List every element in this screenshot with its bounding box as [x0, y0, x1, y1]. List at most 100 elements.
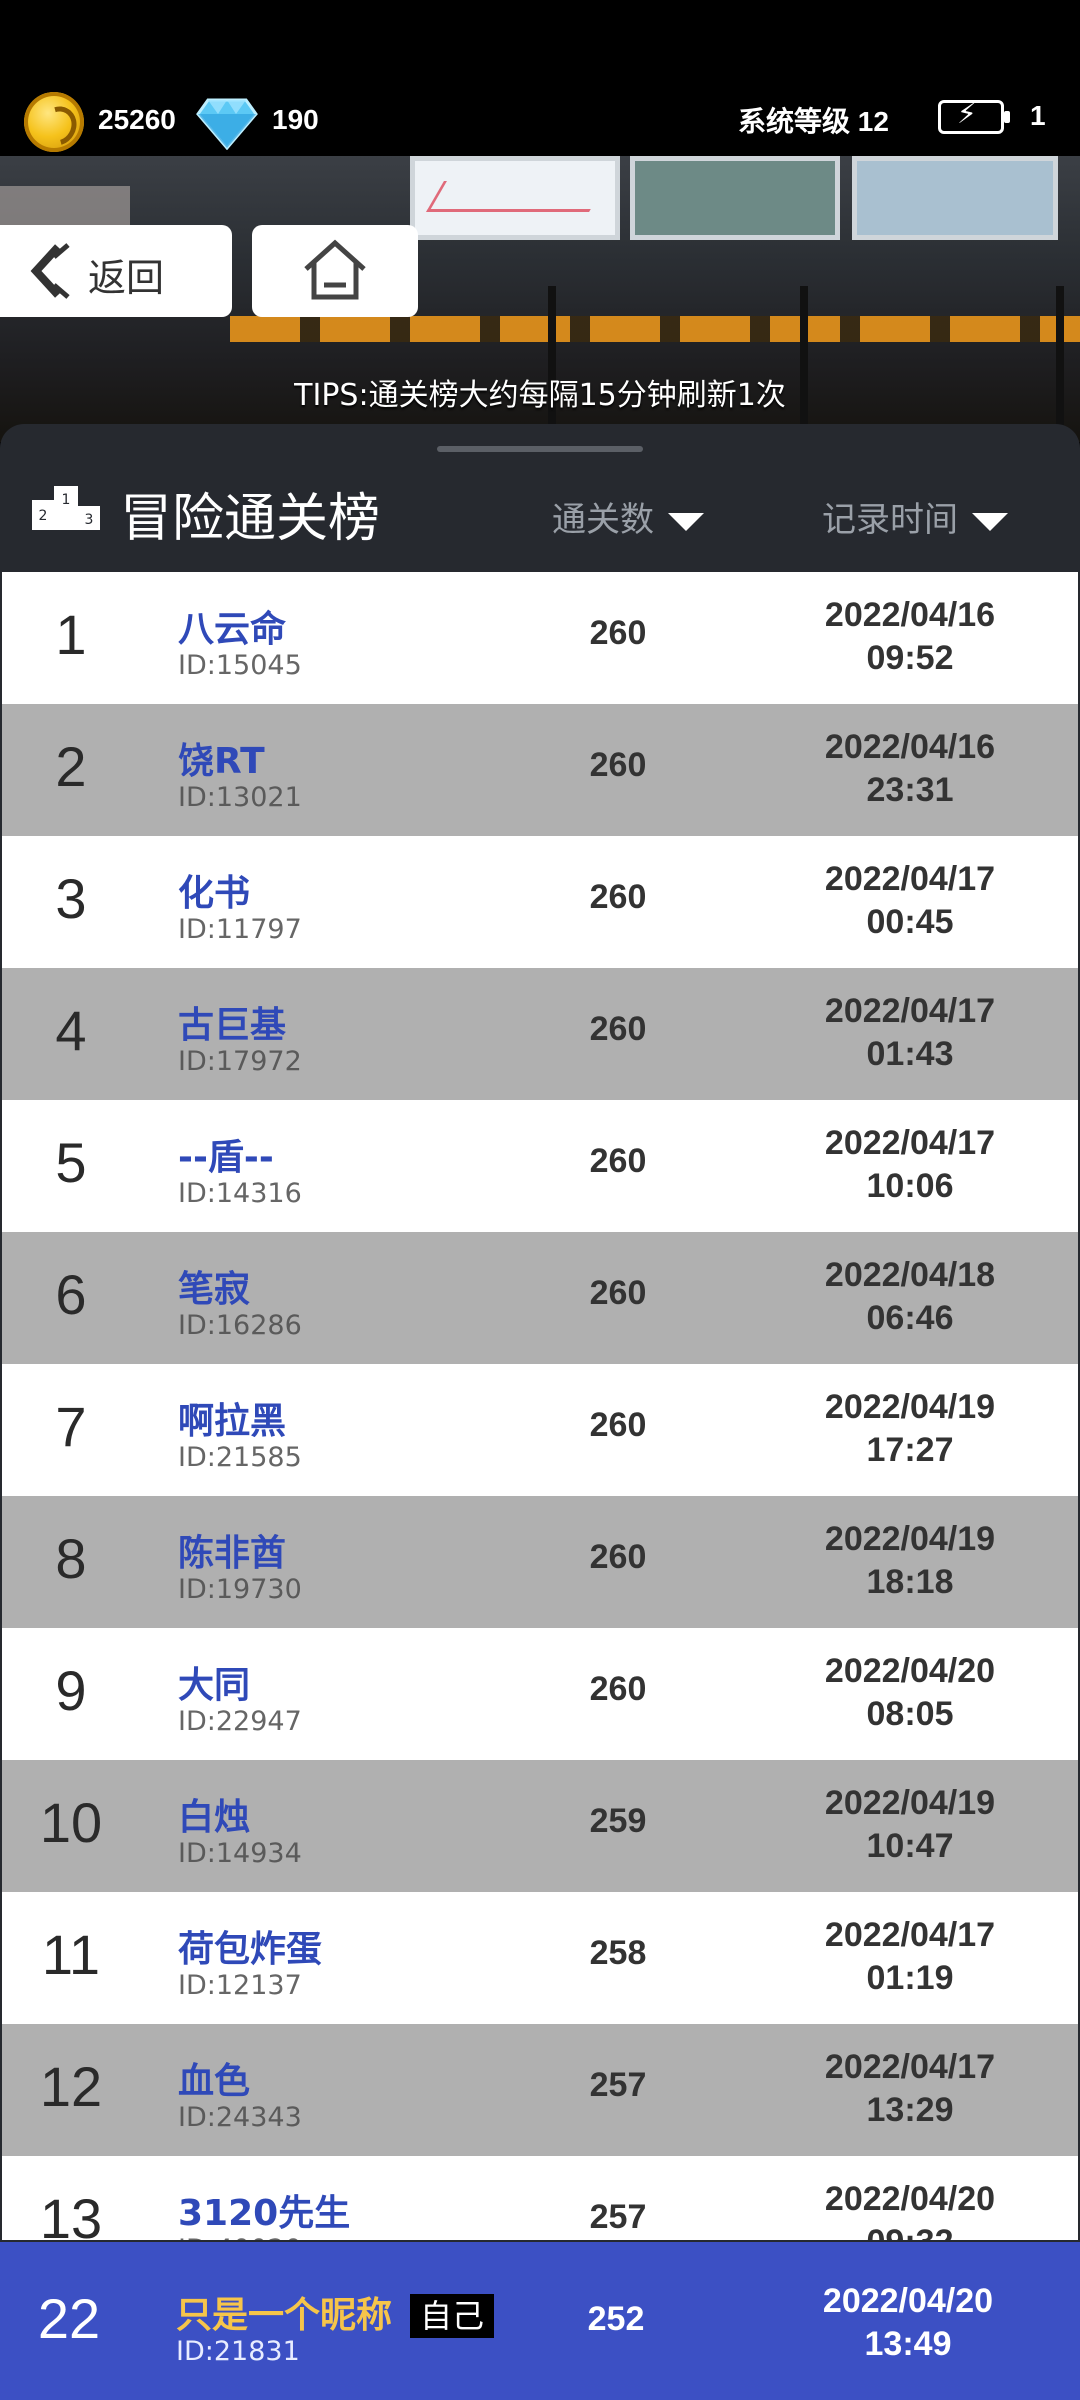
- sort-clears-label: 通关数: [552, 500, 654, 540]
- record-date: 2022/04/16: [824, 596, 996, 634]
- self-rank: 22: [37, 2287, 101, 2350]
- status-bar: [0, 0, 1080, 70]
- energy-count: 1: [1030, 100, 1046, 131]
- clear-count: 260: [589, 1406, 647, 1444]
- svg-text:3: 3: [85, 512, 94, 528]
- rank: 11: [41, 1923, 101, 1986]
- scene-screen: [852, 156, 1058, 240]
- svg-text:1: 1: [62, 492, 71, 508]
- system-level: 系统等级 12: [738, 106, 889, 137]
- player-name: 3120先生: [178, 2193, 351, 2234]
- record-time: 2022/04/19 18:18: [764, 1518, 1056, 1604]
- player-id: ID:15045: [178, 650, 302, 681]
- scene-lights: [230, 316, 1080, 342]
- record-time: 2022/04/19 10:47: [764, 1782, 1056, 1868]
- clear-count: 257: [589, 2066, 647, 2104]
- player-id: ID:17972: [178, 1046, 302, 1077]
- table-row[interactable]: 8 陈非酋 ID:19730 260 2022/04/19 18:18: [2, 1496, 1078, 1628]
- player-id: ID:13021: [178, 782, 302, 813]
- rank: 10: [39, 1791, 103, 1854]
- record-time: 2022/04/18 06:46: [764, 1254, 1056, 1340]
- rank: 2: [55, 735, 87, 798]
- player-id: ID:21585: [178, 1442, 302, 1473]
- player-name: 八云命: [178, 609, 287, 650]
- player-id: ID:22947: [178, 1706, 302, 1737]
- energy-battery-icon: ⚡: [938, 97, 1010, 134]
- drag-handle[interactable]: [437, 446, 643, 452]
- sort-time-label: 记录时间: [822, 500, 958, 540]
- record-clock: 06:46: [866, 1299, 954, 1337]
- coin-count: 25260: [98, 104, 176, 135]
- table-row[interactable]: 10 白烛 ID:14934 259 2022/04/19 10:47: [2, 1760, 1078, 1892]
- record-time: 2022/04/19 17:27: [764, 1386, 1056, 1472]
- table-row[interactable]: 1 八云命 ID:15045 260 2022/04/16 09:52: [2, 572, 1078, 704]
- table-row[interactable]: 7 啊拉黑 ID:21585 260 2022/04/19 17:27: [2, 1364, 1078, 1496]
- table-row[interactable]: 9 大同 ID:22947 260 2022/04/20 08:05: [2, 1628, 1078, 1760]
- player-id: ID:14934: [178, 1838, 302, 1869]
- player-name: 陈非酋: [178, 1533, 287, 1574]
- record-date: 2022/04/18: [824, 1256, 996, 1294]
- rank: 5: [55, 1131, 87, 1194]
- table-row[interactable]: 11 荷包炸蛋 ID:12137 258 2022/04/17 01:19: [2, 1892, 1078, 2024]
- rank: 3: [55, 867, 87, 930]
- app-root: 25260 190 系统等级 12 ⚡ 1 TIPS:通关榜大约每隔15分钟刷新…: [0, 0, 1080, 2400]
- record-time: 2022/04/16 23:31: [764, 726, 1056, 812]
- player-name: 笔寂: [178, 1269, 251, 1310]
- record-date: 2022/04/17: [824, 992, 996, 1030]
- table-row[interactable]: 13 3120先生 ID:40020 257 2022/04/20 09:32: [2, 2156, 1078, 2240]
- gem-count: 190: [272, 104, 319, 135]
- record-time: 2022/04/17 01:43: [764, 990, 1056, 1076]
- record-time: 2022/04/17 10:06: [764, 1122, 1056, 1208]
- rank: 13: [39, 2187, 103, 2240]
- player-name: --盾--: [178, 1137, 274, 1178]
- table-row[interactable]: 2 饶RT ID:13021 260 2022/04/16 23:31: [2, 704, 1078, 836]
- sort-by-time[interactable]: 记录时间: [822, 492, 1008, 541]
- table-row[interactable]: 3 化书 ID:11797 260 2022/04/17 00:45: [2, 836, 1078, 968]
- leaderboard-panel: 1 2 3 冒险通关榜 通关数 记录时间 1 八云命 ID:15045 260 …: [0, 424, 1080, 2400]
- rank: 8: [55, 1527, 87, 1590]
- scene-screen: [410, 156, 620, 240]
- diamond-icon: [196, 98, 258, 150]
- self-id: ID:21831: [176, 2336, 300, 2367]
- player-id: ID:40020: [178, 2234, 302, 2240]
- record-date: 2022/04/16: [824, 728, 996, 766]
- sort-by-clears[interactable]: 通关数: [552, 492, 704, 541]
- table-row[interactable]: 12 血色 ID:24343 257 2022/04/17 13:29: [2, 2024, 1078, 2156]
- player-id: ID:11797: [178, 914, 302, 945]
- scene-screen: [630, 156, 840, 240]
- rank: 1: [55, 603, 87, 666]
- table-row[interactable]: 4 古巨基 ID:17972 260 2022/04/17 01:43: [2, 968, 1078, 1100]
- rank: 12: [39, 2055, 103, 2118]
- self-record-clock: 13:49: [864, 2325, 952, 2363]
- player-name: 古巨基: [178, 1005, 287, 1046]
- podium-icon: 1 2 3: [32, 486, 100, 530]
- record-clock: 13:29: [866, 2091, 954, 2129]
- record-clock: 09:32: [764, 2221, 1056, 2240]
- chevron-left-icon: [30, 243, 70, 299]
- board-title: 冒险通关榜: [120, 489, 381, 549]
- scene-cable: [800, 286, 808, 442]
- leaderboard-list[interactable]: 1 八云命 ID:15045 260 2022/04/16 09:52 2 饶RT…: [2, 572, 1078, 2240]
- record-date: 2022/04/17: [824, 1124, 996, 1162]
- coin-icon: [24, 92, 84, 152]
- self-badge: 自己: [410, 2294, 495, 2338]
- back-button[interactable]: 返回: [0, 225, 232, 317]
- player-name: 血色: [178, 2061, 251, 2102]
- self-record-date: 2022/04/20: [822, 2282, 994, 2320]
- home-button[interactable]: [252, 225, 418, 317]
- record-clock: 10:47: [866, 1827, 954, 1865]
- player-name: 啊拉黑: [178, 1401, 287, 1442]
- record-clock: 18:18: [866, 1563, 954, 1601]
- triangle-down-icon: [972, 512, 1008, 531]
- self-record-time: 2022/04/20 13:49: [762, 2280, 1054, 2366]
- self-rank-row[interactable]: 22 只是一个昵称 自己 ID:21831 252 2022/04/20 13:4…: [0, 2242, 1080, 2400]
- rank: 9: [55, 1659, 87, 1722]
- clear-count: 260: [589, 1142, 647, 1180]
- rank: 6: [55, 1263, 87, 1326]
- record-date: 2022/04/17: [824, 860, 996, 898]
- table-row[interactable]: 6 笔寂 ID:16286 260 2022/04/18 06:46: [2, 1232, 1078, 1364]
- table-row[interactable]: 5 --盾-- ID:14316 260 2022/04/17 10:06: [2, 1100, 1078, 1232]
- player-name: 白烛: [178, 1797, 251, 1838]
- record-clock: 01:43: [866, 1035, 954, 1073]
- record-clock: 09:52: [866, 639, 954, 677]
